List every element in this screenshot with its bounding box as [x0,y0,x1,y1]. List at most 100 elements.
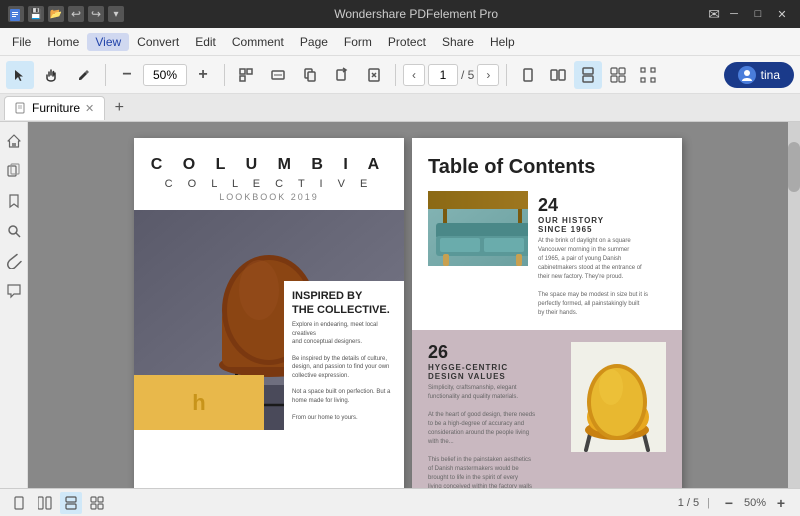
pdf-page-right: Table of Contents [412,138,682,488]
toc-body-2: Simplicity, craftsmanship, elegantfuncti… [428,384,559,488]
menu-convert[interactable]: Convert [129,33,187,51]
separator-1 [105,64,106,86]
single-page-view[interactable] [514,61,542,89]
title-bar-controls: ✉ ─ □ ✕ [708,4,792,24]
bottom-grid-view[interactable] [86,492,108,514]
title-bar-left: 💾 📂 ↩ ↪ ▾ [8,6,124,22]
toc-entry-1-text: 24 OUR HISTORYSINCE 1965 At the brink of… [538,191,648,322]
yellow-chair-image [571,342,666,452]
zoom-input[interactable] [143,64,187,86]
save-icon[interactable]: 💾 [28,6,44,22]
tab-close-button[interactable]: ✕ [85,102,94,115]
scroll-view[interactable] [574,61,602,89]
inspired-title: INSPIRED BYTHE COLLECTIVE. [292,289,396,318]
bottom-scroll-view[interactable] [60,492,82,514]
tab-bar: Furniture ✕ + [0,94,800,122]
next-page-button[interactable]: › [477,64,499,86]
thumbnail-view[interactable] [604,61,632,89]
open-icon[interactable]: 📂 [48,6,64,22]
zoom-out-button[interactable]: − [113,61,141,89]
page-total: / 5 [461,68,474,82]
prev-page-button[interactable]: ‹ [403,64,425,86]
menu-home[interactable]: Home [39,33,87,51]
pages-container: C O L U M B I A C O L L E C T I V E LOOK… [134,138,682,472]
two-page-view[interactable] [544,61,572,89]
app-icon [8,6,24,22]
user-button[interactable]: tina [724,62,794,88]
toc-entry-2: 26 HYGGE-CENTRICDESIGN VALUES Simplicity… [412,330,682,488]
fullscreen-view[interactable] [634,61,662,89]
close-button[interactable]: ✕ [772,4,792,24]
title-bar: 💾 📂 ↩ ↪ ▾ Wondershare PDFelement Pro ✉ ─… [0,0,800,28]
menu-share[interactable]: Share [434,33,482,51]
fit-page-button[interactable] [232,61,260,89]
separator-4 [506,64,507,86]
bookmark-icon[interactable] [3,190,25,212]
page-number-input[interactable] [428,64,458,86]
maximize-button[interactable]: □ [748,4,768,24]
menu-page[interactable]: Page [292,33,336,51]
menu-view[interactable]: View [87,33,129,51]
yellow-symbol: h [192,390,205,416]
yellow-box: h [134,375,264,430]
search-icon[interactable] [3,220,25,242]
sofa-image [428,191,528,266]
page-navigation: ‹ / 5 › [403,64,499,86]
menu-bar: File Home View Convert Edit Comment Page… [0,28,800,56]
bottom-zoom-out[interactable]: − [718,492,740,514]
attachment-icon[interactable] [3,250,25,272]
separator-3 [395,64,396,86]
menu-help[interactable]: Help [482,33,523,51]
tab-add-button[interactable]: + [109,98,129,118]
comment-icon[interactable] [3,280,25,302]
toc-num-1: 24 [538,195,648,216]
toc-entry-2-text: 26 HYGGE-CENTRICDESIGN VALUES Simplicity… [428,342,559,488]
mail-icon[interactable]: ✉ [708,6,720,23]
tab-icon [15,102,27,114]
fit-width-button[interactable] [264,61,292,89]
user-avatar [738,66,756,84]
undo-icon[interactable]: ↩ [68,6,84,22]
draw-tool[interactable] [70,61,98,89]
menu-file[interactable]: File [4,33,39,51]
inspired-body: Explore in endearing, meet local creativ… [292,321,396,422]
menu-edit[interactable]: Edit [187,33,224,51]
select-tool[interactable] [6,61,34,89]
columbia-title: C O L U M B I A [134,138,404,178]
columbia-lookbook: LOOKBOOK 2019 [134,192,404,210]
zoom-controls: − + [113,61,217,89]
actual-size-button[interactable] [296,61,324,89]
sidebar-left [0,122,28,488]
minimize-button[interactable]: ─ [724,4,744,24]
rotate-button[interactable] [328,61,356,89]
menu-form[interactable]: Form [336,33,380,51]
bottom-zoom-in[interactable]: + [770,492,792,514]
home-icon[interactable] [3,130,25,152]
tab-furniture[interactable]: Furniture ✕ [4,96,105,120]
toolbar: − + ‹ / 5 › [0,56,800,94]
title-bar-title: Wondershare PDFelement Pro [124,7,708,21]
bottom-zoom-info: 50% [744,497,766,509]
menu-comment[interactable]: Comment [224,33,292,51]
inspired-text-block: INSPIRED BYTHE COLLECTIVE. Explore in en… [284,281,404,430]
menu-protect[interactable]: Protect [380,33,434,51]
toc-body-1: At the brink of daylight on a squareVanc… [538,237,648,318]
bottom-bar: 1 / 5 | − 50% + [0,488,800,516]
bottom-right-tools: 1 / 5 | − 50% + [678,492,792,514]
sofa-svg [428,191,528,266]
right-scrollbar[interactable] [788,122,800,488]
bottom-page-info: 1 / 5 [678,497,699,509]
bottom-single-view[interactable] [8,492,30,514]
hand-tool[interactable] [38,61,66,89]
bottom-two-view[interactable] [34,492,56,514]
document-area[interactable]: C O L U M B I A C O L L E C T I V E LOOK… [28,122,788,488]
chair-image: h INSPIRED BYTHE COLLECTIVE. Explore in … [134,210,404,430]
redo-icon[interactable]: ↪ [88,6,104,22]
dropdown-icon[interactable]: ▾ [108,6,124,22]
pages-icon[interactable] [3,160,25,182]
toc-num-2: 26 [428,342,559,363]
delete-page-button[interactable] [360,61,388,89]
view-mode-buttons [514,61,662,89]
columbia-subtitle: C O L L E C T I V E [134,178,404,192]
zoom-in-button[interactable]: + [189,61,217,89]
